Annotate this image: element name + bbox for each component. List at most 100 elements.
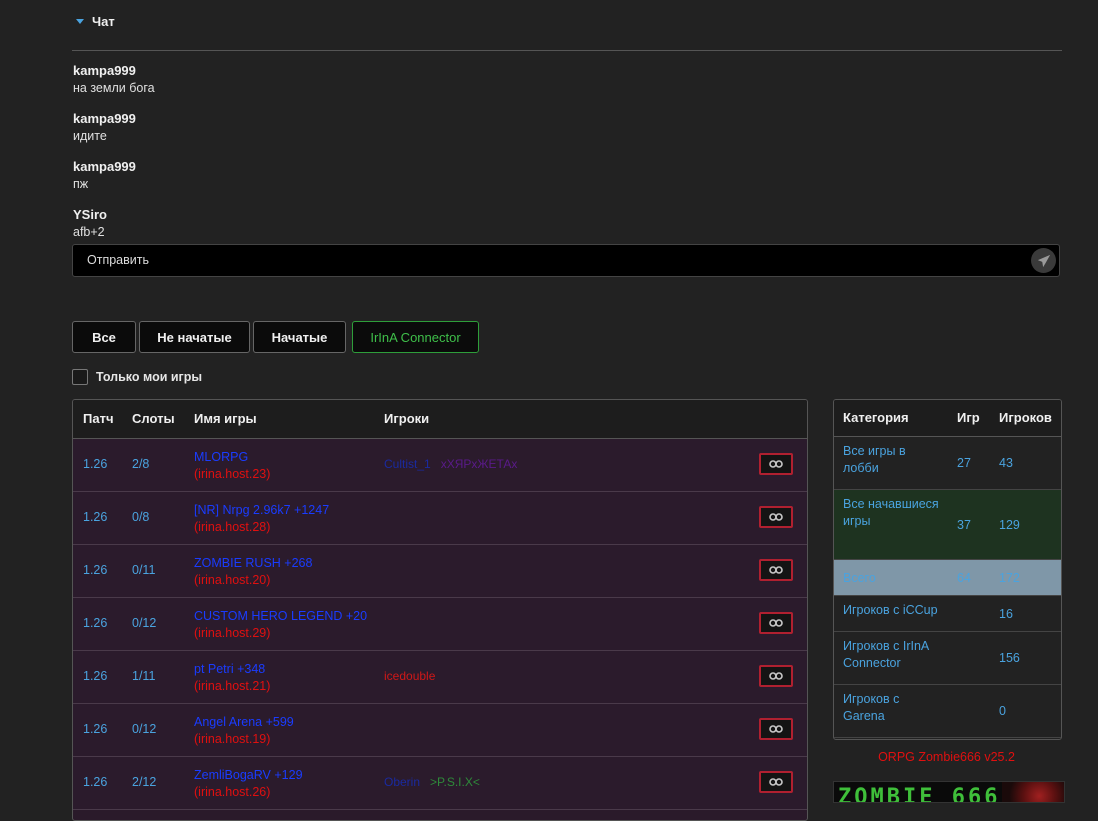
banner-text: ZOMBIE 666 [838,785,1001,803]
stats-games: 27 [957,456,971,470]
stats-players: 129 [999,517,1020,532]
game-slots: 0/12 [132,616,157,630]
version-text: ORPG Zombie666 v25.2 [878,750,1015,764]
stats-games: 64 [957,570,971,585]
stats-players: 156 [999,651,1020,665]
only-mine-label: Только мои игры [96,370,203,384]
game-players: icedouble [384,669,445,683]
game-slots: 0/11 [132,563,156,577]
message-author: YSiro [73,207,107,222]
stats-category: Игроков с IrInA Connector [843,639,929,670]
message-text: на земли бога [73,81,155,95]
game-patch: 1.26 [83,669,108,683]
game-patch: 1.26 [83,510,108,524]
stats-row: Игроков с IrInA Connector 156 [834,632,1061,685]
header-players-count: Игроков [999,410,1052,425]
table-row: 1.26 0/11 ZOMBIE RUSH +268 (irina.host.2… [73,545,807,598]
zombie-art-image [1002,782,1064,802]
link-icon [769,725,783,733]
game-slots: 2/12 [132,775,157,789]
link-icon [769,778,783,786]
filter-irina-button[interactable]: IrInA Connector [352,321,479,353]
stats-category: Игроков с iCCup [843,603,938,617]
join-game-button[interactable] [759,453,793,475]
table-row: 1.26 2/12 ZemliBogaRV +129 (irina.host.2… [73,757,807,810]
message-author: kampa999 [73,159,136,174]
chat-input-placeholder: Отправить [87,253,149,267]
stats-players: 43 [999,456,1013,470]
zombie-banner[interactable]: ZOMBIE 666 [833,781,1065,803]
game-patch: 1.26 [83,563,108,577]
game-host: (irina.host.21) [194,679,271,693]
player-name: Cultist_1 [384,457,431,471]
game-name[interactable]: ZOMBIE RUSH +268 [194,555,312,572]
join-game-button[interactable] [759,771,793,793]
message-text: идите [73,129,107,143]
message-text: afb+2 [73,225,105,239]
game-name[interactable]: ZemliBogaRV +129 [194,767,303,784]
header-games: Игр [957,410,980,425]
header-patch: Патч [83,411,114,426]
link-icon [769,513,783,521]
chat-input[interactable]: Отправить [72,244,1060,277]
chat-message: kampa999 на земли бога [73,62,1058,110]
chat-message: kampa999 идите [73,110,1058,158]
join-game-button[interactable] [759,612,793,634]
game-filters: Все Не начатые Начатые IrInA Connector [72,321,479,353]
game-host: (irina.host.28) [194,520,271,534]
caret-down-icon[interactable] [76,19,84,24]
games-table-header: Патч Слоты Имя игры Игроки [73,400,807,439]
game-host: (irina.host.29) [194,626,271,640]
stats-players: 172 [999,570,1020,585]
game-name[interactable]: CUSTOM HERO LEGEND +20 [194,608,367,625]
header-name: Имя игры [194,411,257,426]
stats-category: Все начавшиеся игры [843,497,939,528]
stats-row: Игроков с Garena 0 [834,685,1061,738]
chat-header[interactable]: Чат [73,14,115,29]
table-row: 1.26 0/12 CUSTOM HERO LEGEND +20 (irina.… [73,598,807,651]
link-icon [769,672,783,680]
game-name[interactable]: pt Petri +348 [194,661,265,678]
table-row: 1.26 0/8 [NR] Nrpg 2.96k7 +1247 (irina.h… [73,492,807,545]
player-name: icedouble [384,669,436,683]
stats-table-header: Категория Игр Игроков [834,400,1061,437]
game-slots: 2/8 [132,457,150,471]
only-mine-toggle[interactable]: Только мои игры [72,369,202,385]
stats-row: Все начавшиеся игры 37 129 [834,490,1061,560]
join-game-button[interactable] [759,718,793,740]
link-icon [769,619,783,627]
stats-category: Все игры в лобби [843,444,906,475]
game-name[interactable]: Angel Arena +599 [194,714,294,731]
stats-table: Категория Игр Игроков Все игры в лобби 2… [833,399,1062,740]
chat-title: Чат [92,14,115,29]
player-name: >P.S.I.X< [430,775,480,789]
join-game-button[interactable] [759,665,793,687]
only-mine-checkbox[interactable] [72,369,88,385]
link-icon [769,460,783,468]
join-game-button[interactable] [759,559,793,581]
stats-category: Всего [843,570,876,585]
filter-started-button[interactable]: Начатые [253,321,346,353]
join-game-button[interactable] [759,506,793,528]
message-text: пж [73,177,89,191]
header-category: Категория [843,410,909,425]
stats-players: 16 [999,606,1013,621]
game-slots: 0/12 [132,722,157,736]
stats-category: Игроков с Garena [843,692,900,723]
paper-plane-icon [1037,254,1050,267]
player-name: хХЯРхЖЕТАх [440,457,518,471]
game-name[interactable]: [NR] Nrpg 2.96k7 +1247 [194,502,329,519]
message-author: kampa999 [73,63,136,78]
table-row: 1.26 2/8 MLORPG (irina.host.23) Cultist_… [73,439,807,492]
table-row: 1.26 1/11 pt Petri +348 (irina.host.21) … [73,651,807,704]
filter-all-button[interactable]: Все [72,321,136,353]
game-name[interactable]: MLORPG [194,449,248,466]
game-patch: 1.26 [83,722,108,736]
filter-not-started-button[interactable]: Не начатые [139,321,250,353]
stats-row: Игроков с iCCup 16 [834,596,1061,632]
game-slots: 1/11 [132,669,156,683]
game-patch: 1.26 [83,775,108,789]
games-table: Патч Слоты Имя игры Игроки 1.26 2/8 MLOR… [72,399,808,821]
stats-players: 0 [999,704,1006,718]
send-button[interactable] [1031,248,1056,273]
